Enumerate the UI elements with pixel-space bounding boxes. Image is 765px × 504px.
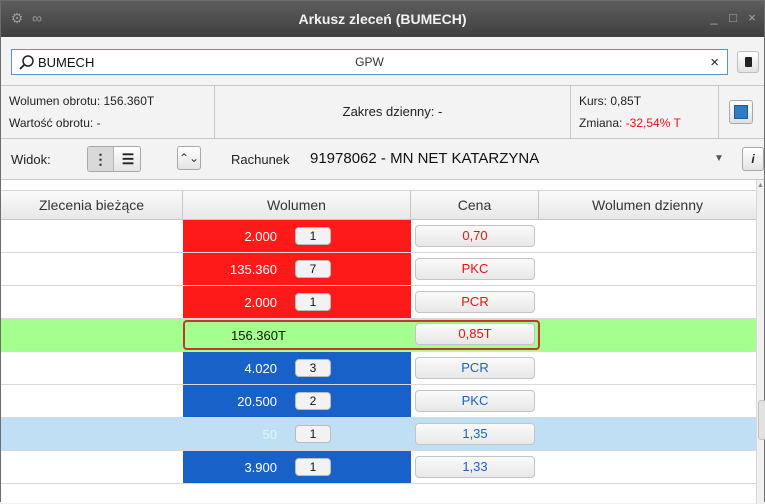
column-header-price[interactable]: Cena [411, 191, 539, 220]
sell-volume-cell: 2.000 1 [183, 220, 411, 252]
maximize-button[interactable]: □ [724, 9, 742, 27]
view-toggle[interactable]: ⋮ ☰ [87, 146, 141, 172]
price-button[interactable]: 0,70 [415, 225, 535, 247]
turnover-cell: Wolumen obrotu: 156.360T Wartość obrotu:… [1, 86, 215, 138]
volume-value: 2.000 [244, 229, 277, 244]
sell-row[interactable]: 2.000 1 0,70 [1, 220, 756, 253]
price-button[interactable]: PCR [415, 357, 535, 379]
buy-volume-cell: 3.900 1 [183, 451, 411, 483]
info-button[interactable]: i [742, 147, 764, 171]
volume-value: 135.360 [230, 262, 277, 277]
clear-search-button[interactable]: × [710, 54, 719, 71]
order-count: 1 [295, 293, 331, 311]
day-range: Zakres dzienny: - [342, 104, 443, 119]
book-icon [745, 57, 752, 67]
account-label: Rachunek [231, 152, 290, 167]
search-row: GPW × [1, 37, 764, 85]
vertical-scrollbar[interactable] [756, 180, 764, 504]
rate-cell: Kurs: 0,85T Zmiana: -32,54% T [571, 86, 719, 138]
day-range-cell: Zakres dzienny: - [215, 86, 571, 138]
chart-button[interactable] [729, 100, 753, 124]
buy-row[interactable]: 20.500 2 PKC [1, 385, 756, 418]
sell-row[interactable]: 2.000 1 PCR [1, 286, 756, 319]
volume-turnover: Wolumen obrotu: 156.360T [9, 94, 155, 108]
scroll-up-icon[interactable]: ▲ [757, 182, 764, 189]
order-count: 2 [295, 392, 331, 410]
order-rows: 2.000 1 0,70 135.360 7 PKC 2.000 1 PCR 1… [1, 220, 756, 504]
price-button[interactable]: 1,33 [415, 456, 535, 478]
instrument-search[interactable]: GPW × [11, 49, 728, 75]
order-count: 1 [295, 425, 331, 443]
sell-volume-cell: 2.000 1 [183, 286, 411, 318]
buy-row[interactable]: 3.900 1 1,33 [1, 451, 756, 484]
column-header-daily-volume[interactable]: Wolumen dzienny [539, 191, 756, 220]
view-label: Widok: [11, 152, 51, 167]
rate: Kurs: 0,85T [579, 94, 642, 108]
order-count: 3 [295, 359, 331, 377]
order-book-window: ⚙ ∞ Arkusz zleceń (BUMECH) _ □ × GPW × W… [0, 0, 765, 504]
account-select[interactable]: 91978062 - MN NET KATARZYNA [308, 147, 720, 171]
last-trade-row[interactable]: 156.360T 0,85T [1, 319, 756, 352]
order-count: 1 [295, 458, 331, 476]
sell-row[interactable]: 135.360 7 PKC [1, 253, 756, 286]
last-trade-price[interactable]: 0,85T [415, 323, 535, 345]
sell-volume-cell: 135.360 7 [183, 253, 411, 285]
last-trade-volume: 156.360T [231, 328, 286, 343]
volume-value: 20.500 [237, 394, 277, 409]
compact-view-icon[interactable]: ⋮ [88, 147, 114, 171]
title-bar[interactable]: ⚙ ∞ Arkusz zleceń (BUMECH) _ □ × [1, 1, 764, 37]
expand-collapse-button[interactable]: ⌃⌄ [177, 146, 201, 170]
change: Zmiana: -32,54% T [579, 116, 681, 130]
search-input[interactable] [38, 53, 238, 71]
value-turnover: Wartość obrotu: - [9, 116, 101, 130]
scrollbar-thumb[interactable] [758, 400, 765, 440]
price-button[interactable]: 1,35 [415, 423, 535, 445]
change-value: -32,54% T [625, 116, 681, 130]
volume-value: 4.020 [244, 361, 277, 376]
search-icon [19, 55, 34, 70]
order-count: 7 [295, 260, 331, 278]
change-label: Zmiana: [579, 116, 626, 130]
price-button[interactable]: PKC [415, 258, 535, 280]
volume-value: 50 [262, 427, 277, 442]
column-header-current-orders[interactable]: Zlecenia bieżące [1, 191, 183, 220]
price-button[interactable]: PKC [415, 390, 535, 412]
order-count: 1 [295, 227, 331, 245]
price-button[interactable]: PCR [415, 291, 535, 313]
close-button[interactable]: × [743, 9, 761, 27]
list-view-icon[interactable]: ☰ [115, 147, 140, 171]
buy-volume-cell: 20.500 2 [183, 385, 411, 417]
column-header-volume[interactable]: Wolumen [183, 191, 411, 220]
book-button[interactable] [737, 51, 759, 73]
window-title: Arkusz zleceń (BUMECH) [298, 11, 467, 27]
chart-icon [734, 105, 748, 119]
buy-volume-cell: 4.020 3 [183, 352, 411, 384]
minimize-button[interactable]: _ [705, 9, 723, 27]
buy-volume-cell: 50 1 [183, 418, 411, 450]
instrument-info: Wolumen obrotu: 156.360T Wartość obrotu:… [1, 85, 764, 139]
grid-header: Zlecenia bieżące Wolumen Cena Wolumen dz… [1, 190, 756, 220]
volume-value: 2.000 [244, 295, 277, 310]
order-book-grid: Zlecenia bieżące Wolumen Cena Wolumen dz… [1, 179, 765, 504]
volume-value: 3.900 [244, 460, 277, 475]
buy-row-selected[interactable]: 50 1 1,35 [1, 418, 756, 451]
buy-row[interactable]: 4.020 3 PCR [1, 352, 756, 385]
toolbar: Widok: ⋮ ☰ ⌃⌄ Rachunek 91978062 - MN NET… [1, 139, 764, 179]
chevron-down-icon[interactable]: ▼ [714, 153, 724, 164]
